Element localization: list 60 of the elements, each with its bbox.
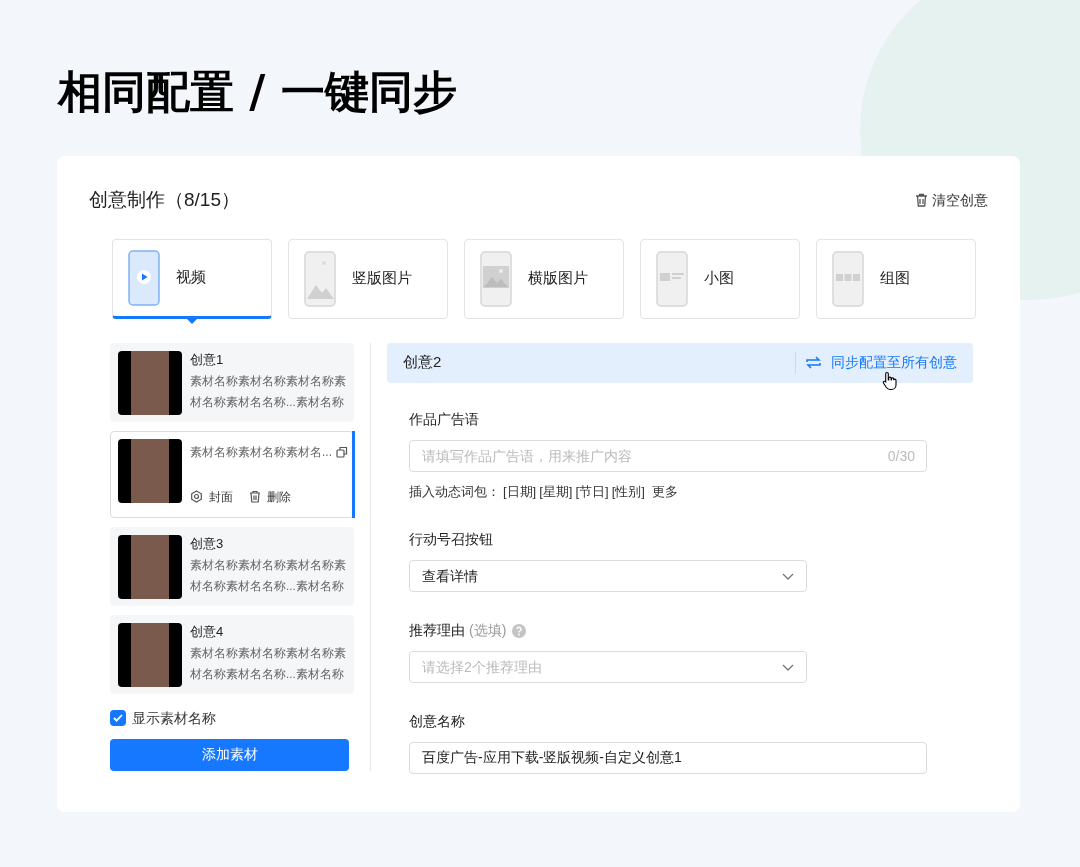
add-material-button[interactable]: 添加素材 xyxy=(110,738,349,771)
clear-button[interactable]: 清空创意 xyxy=(915,189,988,211)
format-tab[interactable]: 竖版图片 xyxy=(288,238,448,319)
material-name: 素材名称素材名称素材名称素材名称素材名名称...素材名称 xyxy=(190,557,347,594)
material-name: 素材名称素材名称素材名称素材名称素材名名称...素材名称 xyxy=(190,373,347,410)
checkmark-icon xyxy=(113,714,123,722)
photo-placeholder xyxy=(118,534,182,599)
field-label: 行动号召按钮 xyxy=(409,530,493,549)
field-label: 推荐理由 xyxy=(409,621,465,640)
sync-icon xyxy=(806,356,821,369)
more-link[interactable]: 更多 xyxy=(651,481,678,501)
tab-pointer-icon xyxy=(187,318,197,324)
portrait-format-icon xyxy=(304,250,336,307)
keyword-link[interactable]: [星期] xyxy=(539,481,573,501)
creative-title: 创意4 xyxy=(190,622,225,641)
photo-placeholder xyxy=(118,350,182,415)
character-counter: 0/30 xyxy=(887,446,915,466)
page-title: 相同配置 / 一键同步 xyxy=(58,65,458,119)
photo-placeholder xyxy=(118,622,182,687)
group-format-icon xyxy=(832,250,864,307)
trash-icon xyxy=(249,490,261,503)
cover-action[interactable]: 封面 xyxy=(190,487,233,506)
trash-icon xyxy=(915,193,928,208)
material-name: 素材名称素材名称素材名... xyxy=(190,443,332,461)
chevron-down-icon xyxy=(782,663,794,671)
creative-item[interactable]: 创意3 素材名称素材名称素材名称素材名称素材名名称...素材名称 xyxy=(110,526,354,606)
creative-title: 创意3 xyxy=(190,534,225,553)
text-field[interactable]: 百度广告-应用下载-竖版视频-自定义创意1 xyxy=(409,742,927,774)
material-name: 素材名称素材名称素材名称素材名称素材名名称...素材名称 xyxy=(190,645,347,682)
format-tab[interactable]: 组图 xyxy=(816,238,976,319)
creative-item[interactable]: 创意4 素材名称素材名称素材名称素材名称素材名名称...素材名称 xyxy=(110,614,354,694)
format-tab[interactable]: 小图 xyxy=(640,238,800,319)
creative-item[interactable]: 素材名称素材名称素材名... 封面 删除 xyxy=(110,430,354,518)
editor-title: 创意2 xyxy=(403,352,442,373)
chevron-down-icon xyxy=(782,572,794,580)
format-tab[interactable]: 横版图片 xyxy=(464,238,624,319)
field-label: 作品广告语 xyxy=(409,409,479,429)
selected-value: 查看详情 xyxy=(422,566,478,586)
insert-label: 插入动态词包： xyxy=(409,482,500,501)
keyword-link[interactable]: [性别] xyxy=(611,481,645,501)
checkbox-label: 显示素材名称 xyxy=(132,708,216,728)
checkbox[interactable] xyxy=(110,710,126,726)
optional-hint: (选填) xyxy=(469,621,507,640)
small-format-icon xyxy=(656,250,688,307)
select-field[interactable]: 查看详情 xyxy=(409,560,807,592)
keyword-link[interactable]: [节日] xyxy=(575,481,609,501)
landscape-format-icon xyxy=(480,250,512,307)
gear-icon xyxy=(190,490,203,503)
sync-button[interactable]: 同步配置至所有创意 xyxy=(806,352,957,373)
hand-cursor-icon xyxy=(882,370,898,391)
photo-placeholder xyxy=(118,438,182,503)
panel-title: 创意制作（8/15） xyxy=(89,188,240,212)
placeholder-text: 请选择2个推荐理由 xyxy=(422,657,542,677)
creative-title: 创意1 xyxy=(190,350,225,369)
creative-item[interactable]: 创意1 素材名称素材名称素材名称素材名称素材名名称...素材名称 xyxy=(110,342,354,422)
video-format-icon xyxy=(128,249,160,306)
keyword-link[interactable]: [日期] xyxy=(503,481,537,501)
copy-icon[interactable] xyxy=(336,445,348,458)
delete-action[interactable]: 删除 xyxy=(249,487,291,506)
field-label: 创意名称 xyxy=(409,712,465,731)
